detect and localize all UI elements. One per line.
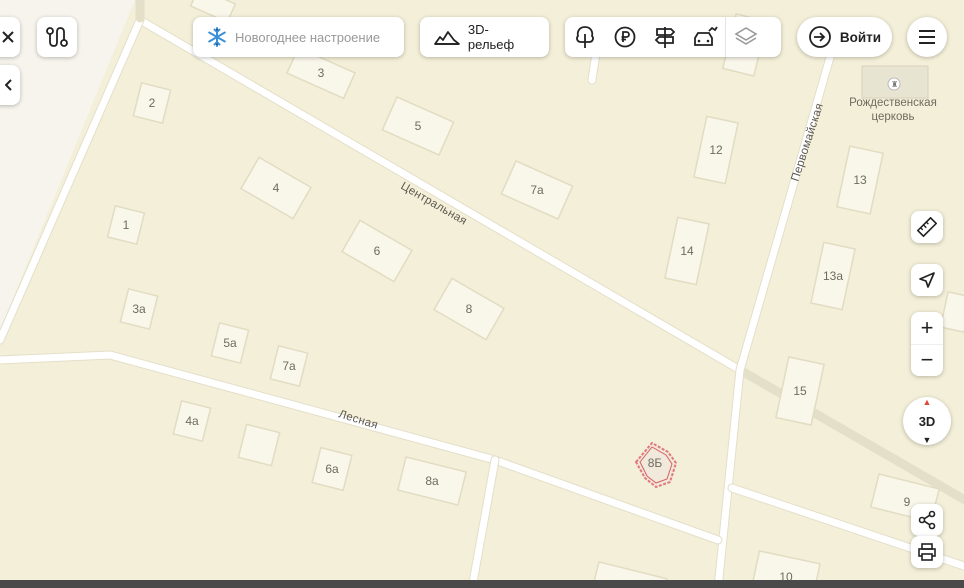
new-year-mode-button[interactable]: Новогоднее настроение bbox=[193, 17, 404, 57]
ruler-icon bbox=[917, 217, 937, 237]
print-icon bbox=[918, 543, 936, 561]
poi-label-line2: церковь bbox=[872, 111, 915, 123]
house-number: 2 bbox=[149, 96, 156, 110]
bottom-edge-bar bbox=[0, 580, 964, 588]
login-label: Войти bbox=[839, 29, 882, 45]
snowflake-icon bbox=[208, 27, 226, 47]
map-layers-button[interactable] bbox=[726, 17, 766, 57]
view-3d-label: 3D bbox=[918, 413, 936, 429]
house-number: 8Б bbox=[648, 456, 663, 470]
house-number: 8 bbox=[466, 302, 473, 316]
login-button[interactable]: Войти bbox=[797, 17, 892, 57]
layers-toolbar bbox=[565, 17, 781, 57]
compass-south-icon: ▼ bbox=[922, 435, 932, 445]
location-arrow-icon bbox=[919, 272, 935, 288]
relief-label: 3D-рельеф bbox=[467, 22, 515, 52]
poi-label-line1: Рождественская bbox=[849, 97, 937, 109]
collapse-panel-button[interactable] bbox=[0, 65, 20, 105]
close-button[interactable] bbox=[0, 17, 20, 57]
route-button[interactable] bbox=[37, 17, 77, 57]
parks-layer-button[interactable] bbox=[565, 17, 605, 57]
ruler-button[interactable] bbox=[911, 211, 943, 243]
house-number: 7а bbox=[282, 359, 296, 373]
church-poi[interactable]: ♜ bbox=[861, 65, 929, 99]
login-icon bbox=[808, 26, 831, 48]
car-service-icon bbox=[694, 26, 718, 46]
my-location-button[interactable] bbox=[911, 264, 943, 296]
car-service-layer-button[interactable] bbox=[685, 17, 725, 57]
church-icon: ♜ bbox=[891, 80, 898, 89]
close-icon bbox=[2, 31, 14, 43]
route-icon bbox=[46, 27, 68, 47]
compass-north-icon: ▲ bbox=[922, 397, 932, 407]
house-number: 5а bbox=[223, 336, 237, 350]
house-number: 13 bbox=[853, 173, 867, 187]
mountain-icon bbox=[434, 31, 460, 45]
park-icon bbox=[576, 26, 594, 48]
building-unnumbered[interactable] bbox=[237, 423, 281, 467]
house-number: 12 bbox=[709, 143, 723, 157]
house-number: 13а bbox=[823, 269, 843, 283]
house-number: 6а bbox=[325, 462, 339, 476]
zoom-controls: + − bbox=[911, 312, 943, 376]
layers-icon bbox=[734, 27, 758, 45]
house-number: 3 bbox=[318, 66, 325, 80]
house-number: 15 bbox=[793, 384, 807, 398]
menu-button[interactable] bbox=[907, 17, 947, 57]
house-number: 7а bbox=[530, 183, 544, 197]
zoom-in-button[interactable]: + bbox=[911, 312, 943, 344]
house-number: 5 bbox=[415, 119, 422, 133]
ruble-icon bbox=[614, 26, 636, 48]
house-number: 3а bbox=[132, 302, 146, 316]
house-number: 4а bbox=[185, 414, 199, 428]
prices-layer-button[interactable] bbox=[605, 17, 645, 57]
relief-3d-button[interactable]: 3D-рельеф bbox=[420, 17, 549, 57]
house-number: 8а bbox=[425, 474, 439, 488]
signpost-icon bbox=[654, 27, 676, 48]
new-year-label: Новогоднее настроение bbox=[235, 29, 381, 45]
signposts-layer-button[interactable] bbox=[645, 17, 685, 57]
house-number: 9 bbox=[904, 495, 911, 509]
share-button[interactable] bbox=[911, 504, 943, 536]
house-number: 6 bbox=[374, 244, 381, 258]
print-button[interactable] bbox=[911, 536, 943, 568]
share-icon bbox=[918, 510, 936, 530]
house-number: 4 bbox=[273, 181, 280, 195]
view-3d-button[interactable]: ▲ 3D ▼ bbox=[903, 397, 951, 445]
house-number: 1 bbox=[123, 218, 130, 232]
menu-icon bbox=[919, 30, 935, 44]
zoom-out-button[interactable]: − bbox=[911, 343, 943, 377]
map-canvas[interactable]: Центральная Первомайская Лесная ♜ Рождес… bbox=[0, 0, 964, 588]
house-number: 14 bbox=[680, 244, 694, 258]
chevron-left-icon bbox=[5, 79, 12, 91]
